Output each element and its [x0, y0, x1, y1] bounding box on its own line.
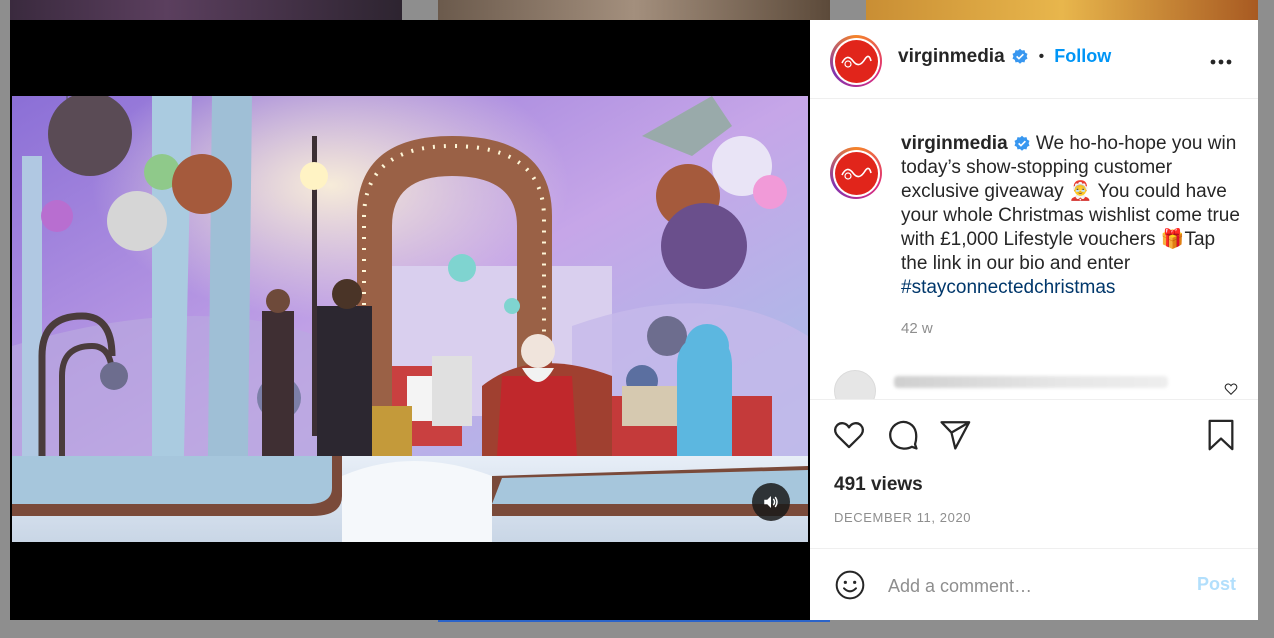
post-details-panel: virginmedia • Follow virginmedia We ho-h… [810, 20, 1258, 620]
share-button[interactable] [938, 418, 972, 457]
comment-input[interactable] [886, 571, 1180, 601]
speaker-icon [764, 496, 778, 508]
send-icon [940, 421, 971, 450]
background-post-thumbnail[interactable] [438, 0, 830, 20]
more-horizontal-icon [1210, 59, 1232, 65]
add-comment-bar: Post [810, 548, 1258, 621]
like-button[interactable] [832, 418, 866, 457]
comment-avatar[interactable] [834, 370, 876, 399]
hashtag-link[interactable]: #stayconnectedchristmas [901, 277, 1115, 298]
comment-like-button[interactable] [1224, 382, 1238, 399]
verified-badge-icon [1012, 48, 1028, 64]
mute-button[interactable] [752, 483, 790, 521]
action-bar [810, 400, 1258, 470]
post-comment-button[interactable]: Post [1197, 574, 1236, 595]
save-button[interactable] [1204, 418, 1238, 457]
verified-badge-icon [1014, 135, 1030, 151]
comment-button[interactable] [886, 418, 920, 457]
follow-button[interactable]: Follow [1054, 46, 1111, 67]
caption-username[interactable]: virginmedia [901, 133, 1008, 154]
gift-emoji: 🎁 [1160, 229, 1185, 250]
virgin-media-logo [834, 151, 878, 195]
story-avatar[interactable] [830, 35, 882, 87]
caption-time-ago[interactable]: 42 w [901, 320, 933, 337]
heart-icon [1224, 383, 1238, 395]
virgin-media-logo [834, 39, 878, 83]
post-modal: virginmedia • Follow virginmedia We ho-h… [10, 20, 1258, 620]
post-header: virginmedia • Follow [810, 20, 1258, 99]
post-caption: virginmedia We ho-ho-hope you win today’… [901, 132, 1241, 300]
heart-icon [834, 422, 864, 449]
post-date[interactable]: DECEMBER 11, 2020 [834, 510, 971, 525]
username[interactable]: virginmedia [898, 46, 1005, 68]
video-player[interactable] [10, 20, 810, 620]
emoji-button[interactable] [834, 569, 866, 606]
bookmark-icon [1208, 419, 1234, 451]
blurred-comment-text [894, 376, 1168, 388]
video-frame[interactable] [12, 96, 808, 542]
comments-area[interactable]: virginmedia We ho-ho-hope you win today’… [810, 99, 1258, 400]
santa-emoji: 🤶 [1068, 181, 1093, 202]
more-options-button[interactable] [1210, 52, 1232, 70]
separator-dot: • [1038, 48, 1045, 65]
view-count[interactable]: 491 views [834, 474, 923, 496]
background-post-thumbnail[interactable] [866, 0, 1258, 20]
comment-icon [889, 420, 918, 450]
emoji-icon [835, 570, 865, 600]
background-post-thumbnail[interactable] [10, 0, 402, 20]
caption-avatar[interactable] [830, 147, 882, 199]
